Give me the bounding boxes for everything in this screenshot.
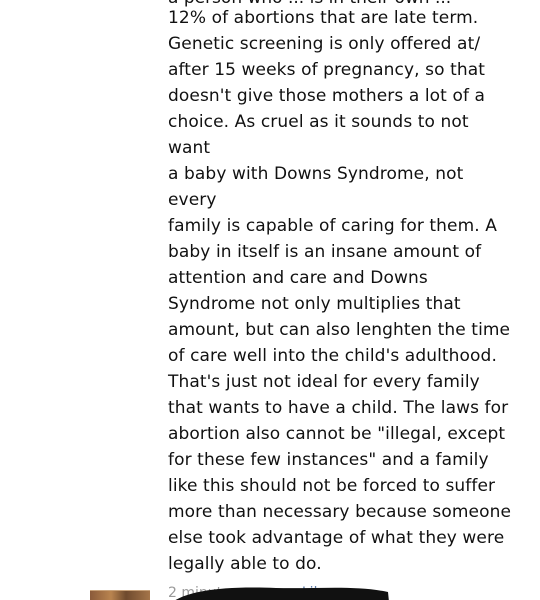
comment-line: amount, but can also lenghten the time [168, 320, 511, 340]
comment-line: legally able to do. [168, 554, 322, 574]
comment-line: choice. As cruel as it sounds to not wan… [168, 112, 469, 158]
comment-line: a baby with Downs Syndrome, not every [168, 164, 464, 210]
comment-line: doesn't give those mothers a lot of a [168, 86, 486, 106]
redacted-name-scribble [175, 587, 389, 600]
comment-line: of care well into the child's adulthood. [168, 346, 497, 366]
comment-line: abortion also cannot be "illegal, except [168, 424, 506, 444]
comment-line: more than necessary because someone [168, 502, 512, 522]
comment-partial-line: a person who ... is in their own ... [168, 0, 451, 11]
comment-line: baby in itself is an insane amount of [168, 242, 482, 262]
comment-line: like this should not be forced to suffer [168, 476, 496, 496]
comment-line: family is capable of caring for them. A [168, 216, 498, 236]
comment-line: for these few instances" and a family [168, 450, 489, 470]
comment-line: else took advantage of what they were [168, 528, 505, 548]
comment-line: that wants to have a child. The laws for [168, 398, 509, 418]
comment-line: That's just not ideal for every family [168, 372, 480, 392]
comment-line: Syndrome not only multiplies that [168, 294, 461, 314]
comment-line: attention and care and Downs [168, 268, 428, 288]
comment-body: 12% of abortions that are late term. Gen… [168, 0, 514, 577]
next-comment-avatar[interactable] [90, 590, 150, 600]
comment-line: Genetic screening is only offered at/ [168, 34, 481, 54]
comment-line: after 15 weeks of pregnancy, so that [168, 60, 485, 80]
comment: a person who ... is in their own ... 12%… [168, 0, 518, 600]
